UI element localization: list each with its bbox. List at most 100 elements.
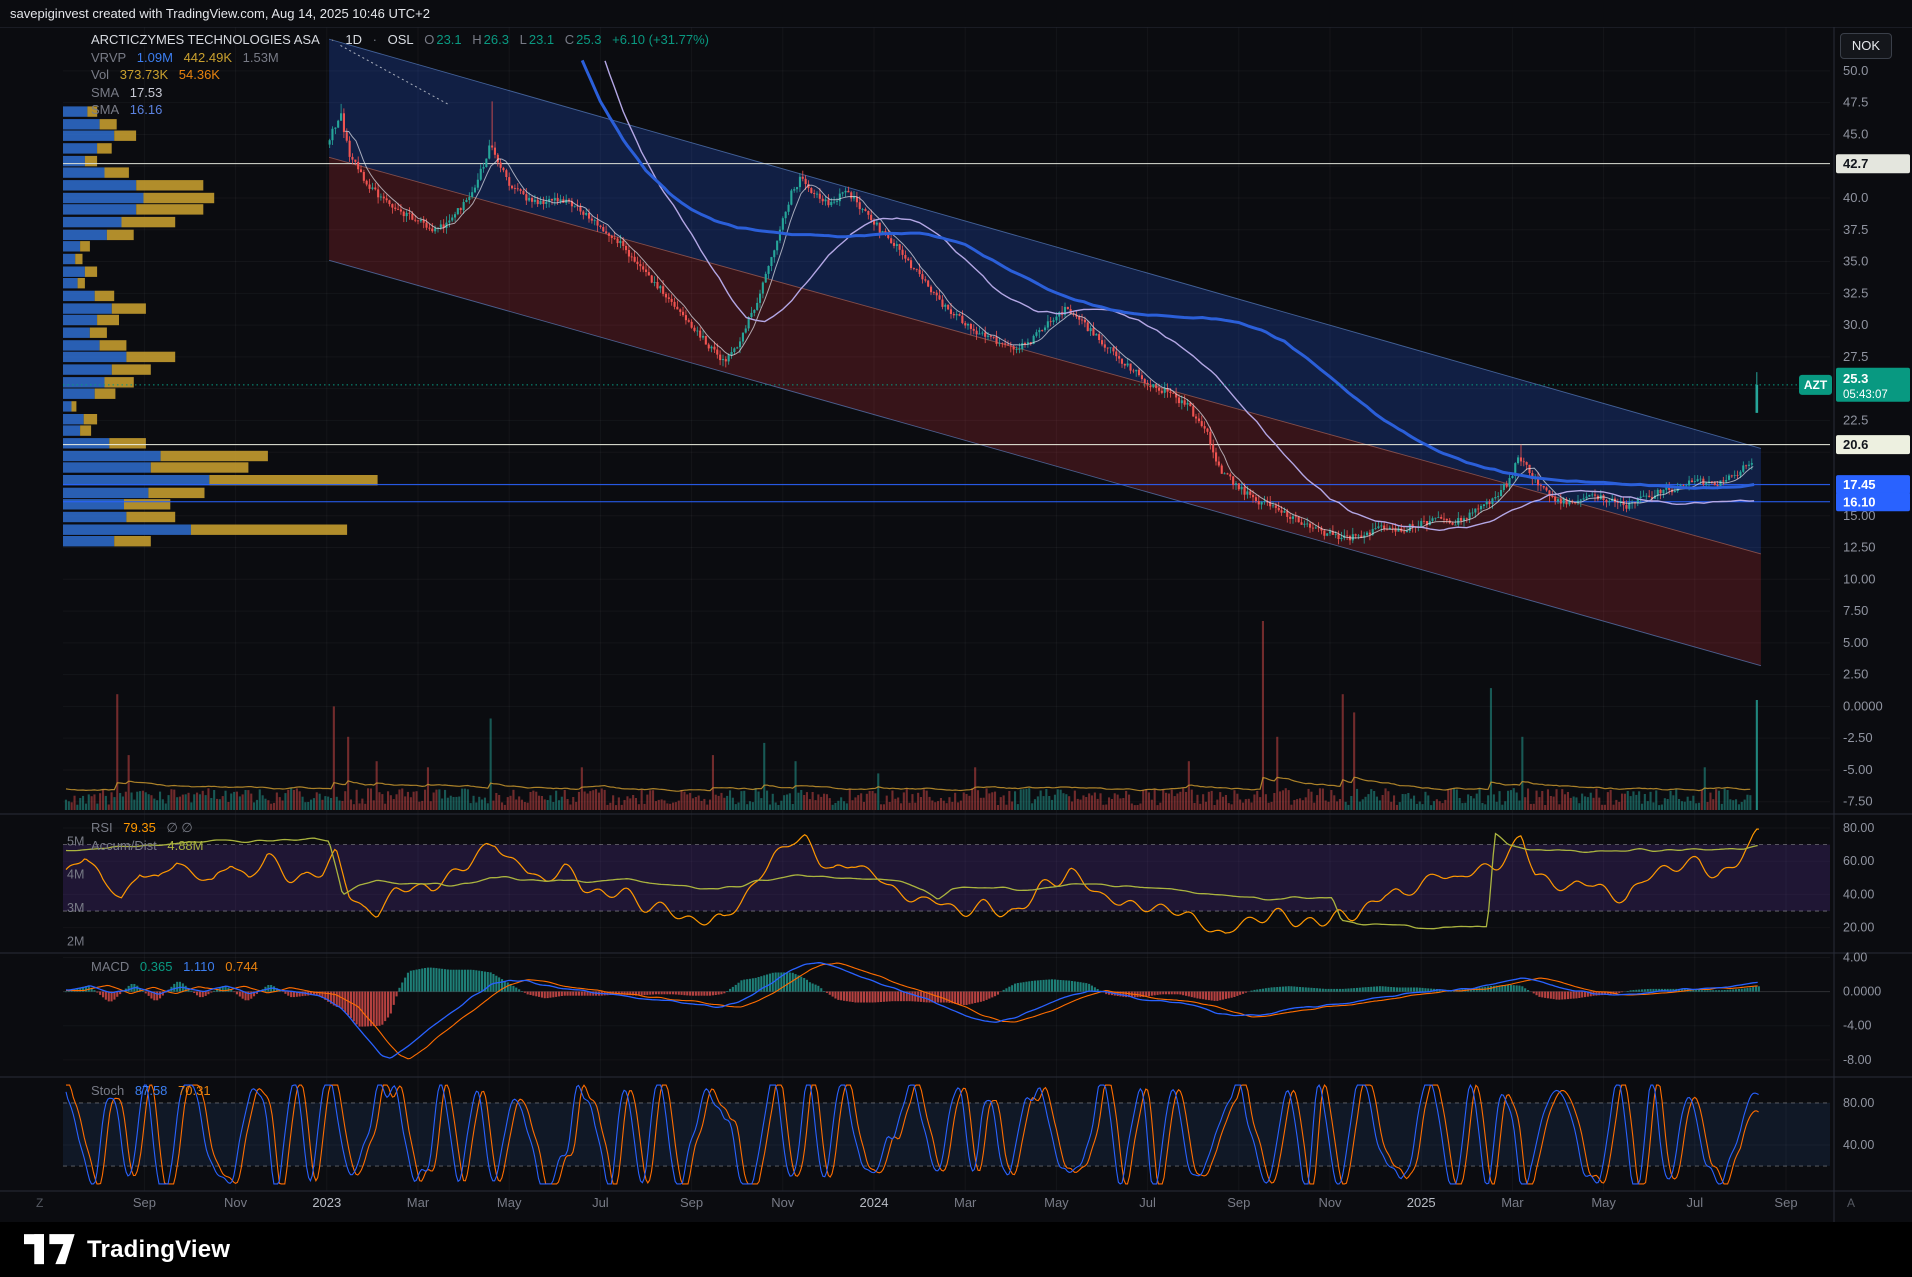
price-tick: 2.50 (1843, 667, 1868, 682)
price-tick: 0.0000 (1843, 698, 1883, 713)
volume-layer (65, 621, 1758, 810)
price-tick: 35.0 (1843, 254, 1868, 269)
svg-text:5M: 5M (67, 834, 84, 848)
svg-text:AZT: AZT (1804, 378, 1828, 392)
svg-text:4M: 4M (67, 868, 84, 882)
svg-text:Mar: Mar (1501, 1195, 1524, 1210)
vrvp-value-3: 1.53M (243, 50, 279, 65)
macd-legend-row[interactable]: MACD 0.365 1.110 0.744 (91, 958, 265, 976)
macd-line-value: 1.110 (183, 959, 215, 974)
price-tick: 5.00 (1843, 635, 1868, 650)
ohlc-open: O23.1 (424, 32, 461, 47)
svg-text:40.00: 40.00 (1843, 1138, 1874, 1152)
ohlc-low: L23.1 (520, 32, 555, 47)
svg-text:20.6: 20.6 (1843, 437, 1868, 452)
svg-text:3M: 3M (67, 901, 84, 915)
exchange-label: OSL (388, 32, 414, 47)
svg-text:Mar: Mar (407, 1195, 430, 1210)
svg-text:2025: 2025 (1407, 1195, 1436, 1210)
svg-text:42.7: 42.7 (1843, 156, 1868, 171)
macd-signal-value: 0.744 (225, 959, 258, 974)
ohlc-high: H26.3 (472, 32, 509, 47)
svg-text:Nov: Nov (224, 1195, 248, 1210)
main-legend: ARCTICZYMES TECHNOLOGIES ASA · 1D · OSL … (91, 31, 716, 119)
price-tick: 32.5 (1843, 285, 1868, 300)
volume-legend-row[interactable]: Vol 373.73K 54.36K (91, 66, 716, 84)
macd-histogram (65, 968, 1760, 1027)
ohlc-close: C25.3 (565, 32, 602, 47)
svg-text:Sep: Sep (133, 1195, 156, 1210)
price-tick: 50.0 (1843, 63, 1868, 78)
rsi-legend-row[interactable]: RSI 79.35 ∅ ∅ (91, 819, 211, 837)
tradingview-snapshot: savepiginvest created with TradingView.c… (0, 0, 1912, 1277)
stoch-legend-row[interactable]: Stoch 87.58 70.31 (91, 1082, 218, 1100)
legend-separator: · (330, 32, 334, 47)
change-label: +6.10 (+31.77%) (612, 32, 709, 47)
footer-brand-bar[interactable]: TradingView (0, 1222, 1912, 1277)
svg-text:05:43:07: 05:43:07 (1843, 389, 1888, 401)
sma1-legend-row[interactable]: SMA 17.53 (91, 84, 716, 102)
channel-drawing (329, 39, 1761, 666)
macd-line (66, 963, 1758, 1058)
svg-text:Nov: Nov (771, 1195, 795, 1210)
vol-value-2: 54.36K (179, 67, 220, 82)
svg-text:16.10: 16.10 (1843, 494, 1876, 509)
price-tick: -2.50 (1843, 730, 1873, 745)
price-tick: 10.00 (1843, 571, 1876, 586)
symbol-legend-row[interactable]: ARCTICZYMES TECHNOLOGIES ASA · 1D · OSL … (91, 31, 716, 49)
brand-wordmark: TradingView (87, 1236, 230, 1264)
rsi-label: RSI (91, 820, 113, 835)
svg-text:20.00: 20.00 (1843, 921, 1874, 935)
svg-text:-8.00: -8.00 (1843, 1053, 1872, 1067)
macd-signal-line (66, 963, 1758, 1059)
stoch-d-value: 70.31 (178, 1083, 211, 1098)
svg-text:Sep: Sep (1227, 1195, 1250, 1210)
stoch-label: Stoch (91, 1083, 124, 1098)
svg-text:17.45: 17.45 (1843, 477, 1876, 492)
symbol-title: ARCTICZYMES TECHNOLOGIES ASA (91, 32, 320, 47)
macd-label: MACD (91, 959, 129, 974)
svg-text:Jul: Jul (592, 1195, 609, 1210)
svg-text:May: May (1591, 1195, 1616, 1210)
rsi-value: 79.35 (123, 820, 156, 835)
svg-text:2024: 2024 (860, 1195, 889, 1210)
sma2-label: SMA (91, 102, 119, 117)
vrvp-label: VRVP (91, 50, 126, 65)
accum-dist-value: 4.88M (167, 838, 203, 853)
macd-hist-value: 0.365 (140, 959, 173, 974)
vrvp-value-1: 1.09M (137, 50, 173, 65)
svg-text:May: May (1044, 1195, 1069, 1210)
price-tick: 45.0 (1843, 126, 1868, 141)
currency-button[interactable]: NOK (1840, 33, 1892, 59)
price-tick: 40.0 (1843, 190, 1868, 205)
svg-text:4.00: 4.00 (1843, 950, 1867, 964)
sma2-legend-row[interactable]: SMA 16.16 (91, 101, 716, 119)
sma1-value: 17.53 (130, 85, 163, 100)
svg-text:May: May (497, 1195, 522, 1210)
price-tick: 47.5 (1843, 95, 1868, 110)
accum-dist-legend-row[interactable]: Accum/Dist 4.88M (91, 837, 211, 855)
vol-label: Vol (91, 67, 109, 82)
interval-label: 1D (345, 32, 362, 47)
sma1-label: SMA (91, 85, 119, 100)
attribution-bar: savepiginvest created with TradingView.c… (0, 0, 1912, 27)
stoch-k-value: 87.58 (135, 1083, 168, 1098)
vrvp-value-2: 442.49K (184, 50, 232, 65)
svg-text:0.0000: 0.0000 (1843, 985, 1881, 999)
price-tick: 12.50 (1843, 540, 1876, 555)
vrvp-legend-row[interactable]: VRVP 1.09M 442.49K 1.53M (91, 49, 716, 67)
svg-text:Sep: Sep (680, 1195, 703, 1210)
price-tick: 22.5 (1843, 412, 1868, 427)
vol-value-1: 373.73K (120, 67, 168, 82)
svg-text:Jul: Jul (1686, 1195, 1703, 1210)
stoch-legend: Stoch 87.58 70.31 (91, 1082, 218, 1100)
svg-text:25.3: 25.3 (1843, 371, 1868, 386)
svg-text:2M: 2M (67, 934, 84, 948)
tradingview-logo-icon (24, 1234, 76, 1265)
svg-text:60.00: 60.00 (1843, 854, 1874, 868)
price-tick: 37.5 (1843, 222, 1868, 237)
price-tick: -7.50 (1843, 794, 1873, 809)
price-tick: 7.50 (1843, 603, 1868, 618)
macd-legend: MACD 0.365 1.110 0.744 (91, 958, 265, 976)
svg-text:Sep: Sep (1774, 1195, 1797, 1210)
